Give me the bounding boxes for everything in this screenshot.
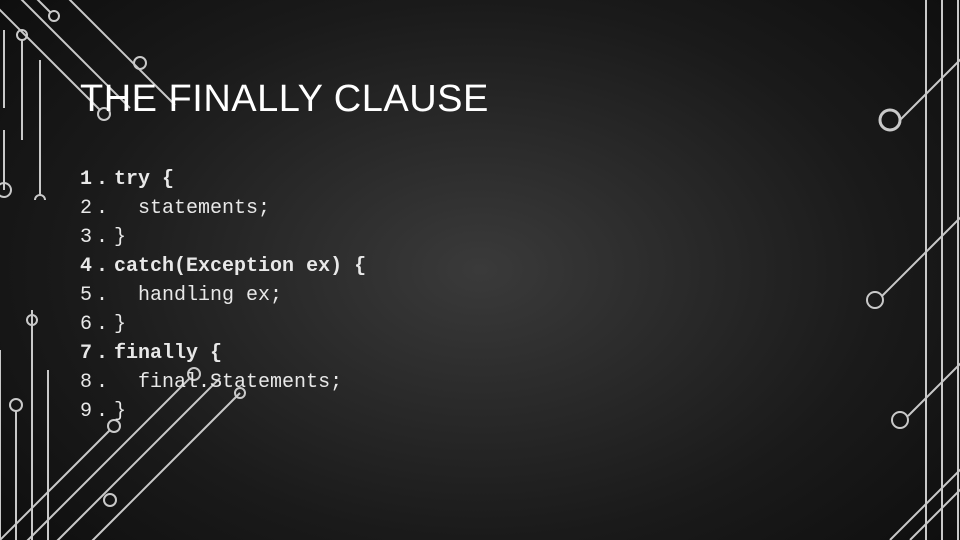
code-line: 2. statements; xyxy=(80,194,366,223)
code-line: 9.} xyxy=(80,397,366,426)
code-line: 8. final.Statements; xyxy=(80,368,366,397)
line-number: 4 xyxy=(80,252,96,281)
code-line: 4.catch(Exception ex) { xyxy=(80,252,366,281)
line-number: 7 xyxy=(80,339,96,368)
line-separator: . xyxy=(96,281,114,310)
code-block: 1.try {2. statements;3.}4.catch(Exceptio… xyxy=(80,165,366,426)
line-separator: . xyxy=(96,397,114,426)
line-separator: . xyxy=(96,252,114,281)
code-line: 1.try { xyxy=(80,165,366,194)
code-line: 7.finally { xyxy=(80,339,366,368)
line-code: finally { xyxy=(114,339,366,368)
line-separator: . xyxy=(96,368,114,397)
line-code: try { xyxy=(114,165,366,194)
line-code: statements; xyxy=(114,194,366,223)
code-line: 3.} xyxy=(80,223,366,252)
line-number: 8 xyxy=(80,368,96,397)
line-number: 6 xyxy=(80,310,96,339)
line-separator: . xyxy=(96,194,114,223)
slide-content: THE FINALLY CLAUSE 1.try {2. statements;… xyxy=(80,78,920,426)
slide-title: THE FINALLY CLAUSE xyxy=(80,78,920,121)
line-code: catch(Exception ex) { xyxy=(114,252,366,281)
line-number: 3 xyxy=(80,223,96,252)
line-code: } xyxy=(114,310,366,339)
line-code: } xyxy=(114,397,366,426)
line-code: } xyxy=(114,223,366,252)
line-code: final.Statements; xyxy=(114,368,366,397)
code-line: 6.} xyxy=(80,310,366,339)
line-number: 1 xyxy=(80,165,96,194)
line-separator: . xyxy=(96,339,114,368)
line-number: 9 xyxy=(80,397,96,426)
line-separator: . xyxy=(96,310,114,339)
code-line: 5. handling ex; xyxy=(80,281,366,310)
line-number: 5 xyxy=(80,281,96,310)
line-separator: . xyxy=(96,223,114,252)
line-code: handling ex; xyxy=(114,281,366,310)
line-separator: . xyxy=(96,165,114,194)
line-number: 2 xyxy=(80,194,96,223)
